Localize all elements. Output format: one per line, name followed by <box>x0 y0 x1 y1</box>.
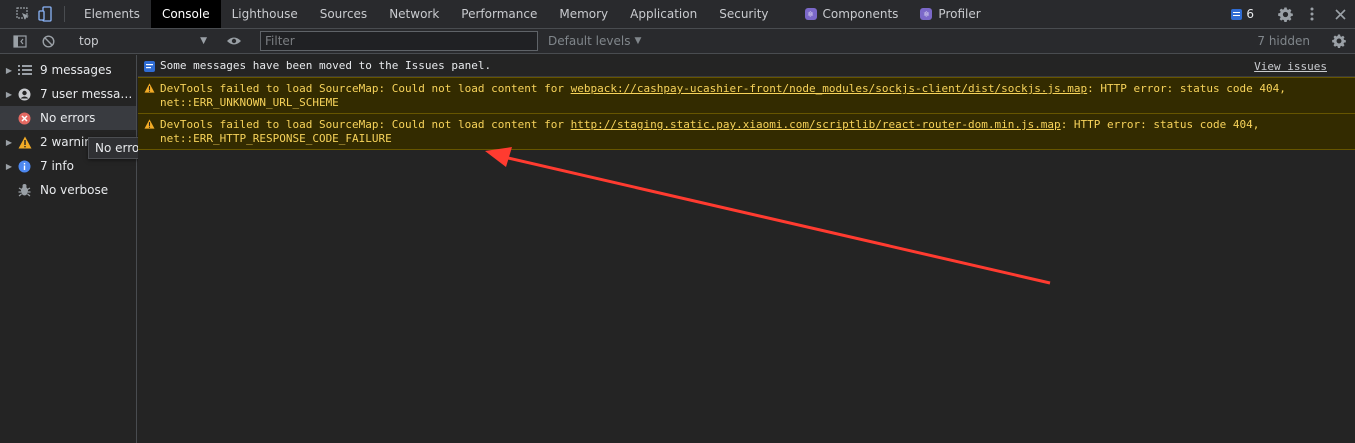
sidebar-item-label: 9 messages <box>40 63 112 77</box>
issues-icon <box>1231 8 1243 20</box>
tab-label: Components <box>822 7 899 21</box>
console-settings-icon[interactable] <box>1327 34 1351 48</box>
bug-icon <box>18 183 40 197</box>
devtools-tabbar: Elements Console Lighthouse Sources Network P… <box>0 0 1355 29</box>
tab-application[interactable]: Application <box>619 0 708 28</box>
sidebar-toggle-icon[interactable] <box>10 34 30 48</box>
react-icon: ⚛ <box>804 8 817 20</box>
tab-elements[interactable]: Elements <box>73 0 151 28</box>
warning-prefix: DevTools failed to load SourceMap: Could… <box>160 118 571 131</box>
expand-arrow-icon[interactable]: ▶ <box>0 66 18 75</box>
tab-network[interactable]: Network <box>378 0 450 28</box>
expand-arrow-icon[interactable]: ▶ <box>0 138 18 147</box>
context-selector[interactable]: top ▼ <box>73 32 213 51</box>
tab-performance[interactable]: Performance <box>450 0 548 28</box>
warning-suffix: : HTTP error: status code 404, <box>1087 82 1286 95</box>
close-icon[interactable] <box>1325 8 1355 20</box>
warning-line-2: net::ERR_HTTP_RESPONSE_CODE_FAILURE <box>160 132 392 145</box>
tab-label: Elements <box>84 7 140 21</box>
warning-line-1: DevTools failed to load SourceMap: Could… <box>160 118 1349 132</box>
sidebar-item-label: No verbose <box>40 183 109 197</box>
react-icon: ⚛ <box>920 8 933 20</box>
tab-label: Security <box>719 7 769 21</box>
tab-label: Lighthouse <box>231 7 298 21</box>
device-toolbar-icon[interactable] <box>34 0 56 28</box>
sourcemap-url-link[interactable]: http://staging.static.pay.xiaomi.com/scr… <box>571 118 1061 131</box>
console-sidebar: ▶ 9 messages ▶ 7 user messa… No errors ▶… <box>0 55 137 443</box>
info-icon <box>18 160 40 173</box>
warning-line-1: DevTools failed to load SourceMap: Could… <box>160 82 1349 96</box>
issues-count: 6 <box>1246 7 1254 21</box>
dropdown-arrow-icon: ▼ <box>200 36 207 46</box>
tab-sources[interactable]: Sources <box>309 0 378 28</box>
tabbar-right: 6 <box>1206 0 1355 28</box>
context-label: top <box>79 34 99 48</box>
issues-counter-button[interactable]: 6 <box>1223 0 1262 29</box>
more-options-icon[interactable] <box>1299 7 1325 21</box>
console-messages: Some messages have been moved to the Iss… <box>138 55 1355 443</box>
divider <box>64 6 65 22</box>
inspect-element-icon[interactable] <box>12 0 34 28</box>
sourcemap-url-link[interactable]: webpack://cashpay-ucashier-front/node_mo… <box>571 82 1088 95</box>
sidebar-item-label: No errors <box>40 111 96 125</box>
hidden-count: 7 hidden <box>1257 34 1310 48</box>
message-text: Some messages have been moved to the Iss… <box>160 59 492 72</box>
tab-security[interactable]: Security <box>708 0 779 28</box>
filter-input[interactable] <box>260 31 538 51</box>
dropdown-arrow-icon: ▼ <box>634 36 642 46</box>
warning-prefix: DevTools failed to load SourceMap: Could… <box>160 82 571 95</box>
tab-profiler[interactable]: ⚛ Profiler <box>909 0 991 28</box>
error-icon <box>18 112 40 125</box>
tab-label: Application <box>630 7 698 21</box>
view-issues-link[interactable]: View issues <box>1254 60 1327 73</box>
warning-icon <box>144 83 155 97</box>
tab-list: Elements Console Lighthouse Sources Network P… <box>73 0 992 28</box>
tab-label: Profiler <box>938 7 981 21</box>
tab-memory[interactable]: Memory <box>548 0 619 28</box>
sidebar-item-user-messages[interactable]: ▶ 7 user messa… <box>0 82 136 106</box>
settings-icon[interactable] <box>1271 6 1299 22</box>
expand-arrow-icon[interactable]: ▶ <box>0 162 18 171</box>
tab-console[interactable]: Console <box>150 0 221 28</box>
tab-label: Network <box>389 7 440 21</box>
console-toolbar: top ▼ Default levels ▼ 7 hidden <box>0 29 1355 54</box>
issues-icon <box>144 61 155 75</box>
expand-arrow-icon[interactable]: ▶ <box>0 90 18 99</box>
clear-console-icon[interactable] <box>38 34 58 48</box>
warning-message: DevTools failed to load SourceMap: Could… <box>138 77 1355 114</box>
toolbar-right: 7 hidden <box>1240 34 1355 48</box>
tab-components[interactable]: ⚛ Components <box>794 0 910 28</box>
warning-line-2: net::ERR_UNKNOWN_URL_SCHEME <box>160 96 339 109</box>
log-levels-dropdown[interactable]: Default levels ▼ <box>548 34 641 48</box>
live-expression-eye-icon[interactable] <box>214 36 254 46</box>
warning-icon <box>18 136 40 149</box>
tab-label: Sources <box>319 7 368 21</box>
sidebar-item-messages[interactable]: ▶ 9 messages <box>0 58 136 82</box>
log-levels-label: Default levels <box>548 34 631 48</box>
warning-message: DevTools failed to load SourceMap: Could… <box>138 114 1355 150</box>
sidebar-item-verbose[interactable]: No verbose <box>0 178 136 202</box>
issues-moved-message: Some messages have been moved to the Iss… <box>138 55 1355 77</box>
tab-label: Memory <box>559 7 609 21</box>
warning-suffix: : HTTP error: status code 404, <box>1060 118 1260 131</box>
tab-label: Performance <box>461 7 538 21</box>
user-icon <box>18 88 40 101</box>
sidebar-item-label: 7 info <box>40 159 74 173</box>
sidebar-item-label: 7 user messa… <box>40 87 133 101</box>
tab-lighthouse[interactable]: Lighthouse <box>221 0 309 28</box>
tab-label: Console <box>161 7 210 21</box>
sidebar-item-errors[interactable]: No errors <box>0 106 136 130</box>
warning-icon <box>144 119 155 133</box>
list-icon <box>18 65 40 75</box>
